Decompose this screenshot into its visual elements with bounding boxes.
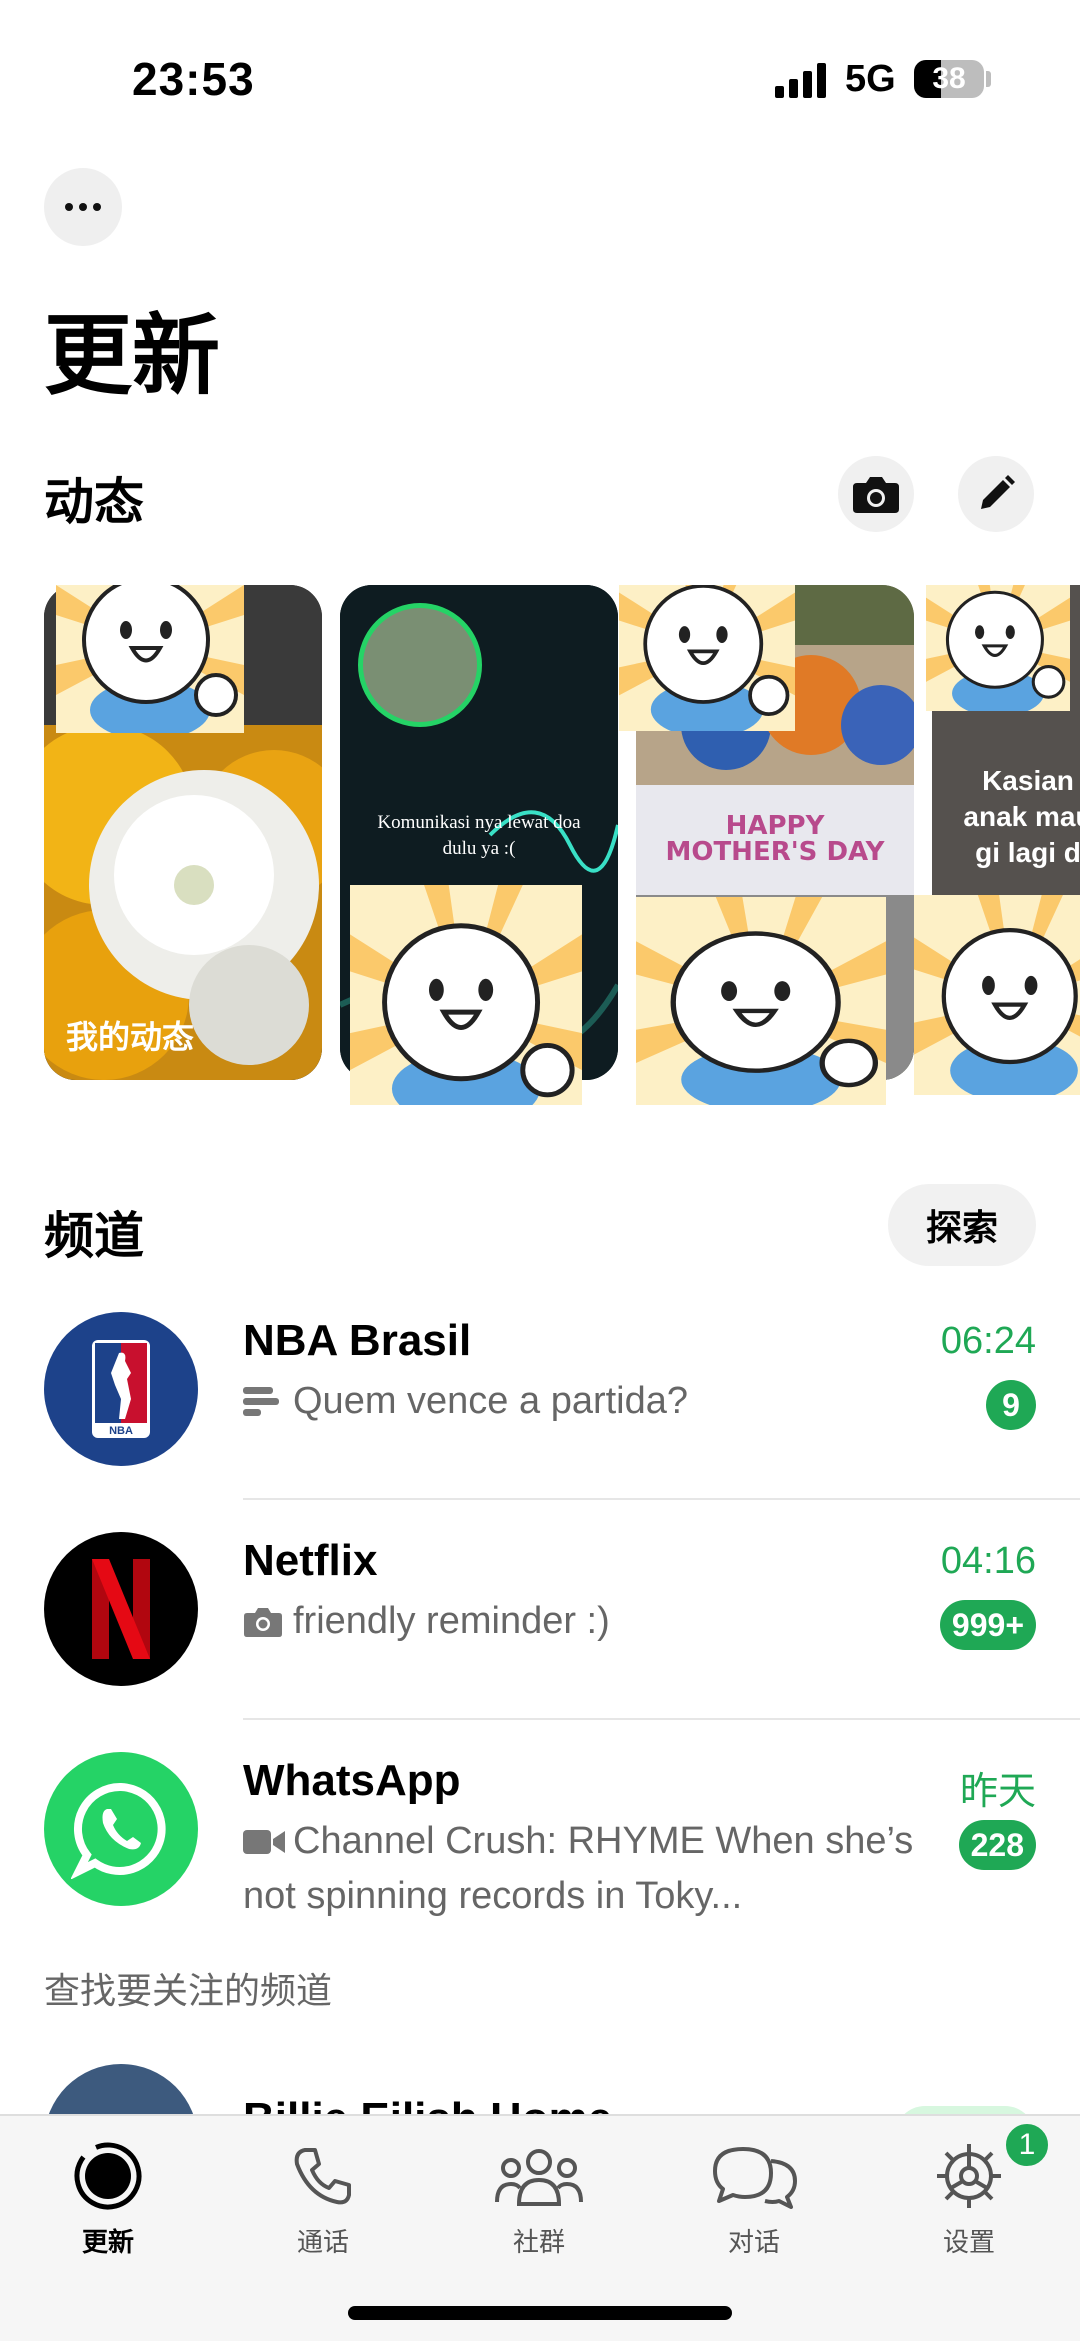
channel-message: Quem vence a partida? [243,1374,943,1429]
status-time: 23:53 [132,53,255,105]
divider [243,1498,1080,1500]
camera-button[interactable] [838,456,914,532]
status-caption: Komunikasi nya lewat doa dulu ya :( [377,812,581,859]
tab-chats[interactable]: 对话 [679,2134,829,2259]
channels-section-title: 频道 [44,1208,144,1264]
edit-status-button[interactable] [958,456,1034,532]
status-carousel[interactable]: 我的动态 Komunikasi nya lewat doa dulu ya :(… [44,585,1080,1105]
signal-icon [775,62,826,98]
smiley-sticker [926,585,1070,711]
tab-label: 更新 [81,2227,134,2257]
unread-badge: 9 [986,1380,1036,1430]
status-section-title: 动态 [44,474,144,530]
tab-label: 社群 [512,2227,565,2257]
svg-text:NBA: NBA [109,1425,133,1437]
tab-updates[interactable]: 更新 [33,2134,183,2259]
channel-message: Channel Crush: RHYME When she’s not spin… [243,1814,923,1924]
ellipsis-icon [65,203,73,211]
netflix-logo-icon [92,1559,150,1659]
settings-icon [937,2144,1001,2208]
explore-button[interactable]: 探索 [888,1184,1036,1266]
camera-icon [243,1594,285,1649]
channel-row-whatsapp[interactable]: WhatsApp Channel Crush: RHYME When she’s… [0,1752,1080,1972]
status-caption: HAPPY MOTHER'S DAY [665,811,885,867]
poll-icon [243,1374,285,1429]
status-bar: 23:53 5G 38 [0,0,1080,150]
camera-icon [853,477,899,513]
tab-calls[interactable]: 通话 [248,2134,398,2259]
tab-label: 对话 [727,2227,780,2257]
channel-time: 06:24 [940,1320,1036,1362]
status-avatar [358,603,482,727]
channel-name: Netflix [243,1536,378,1585]
nba-avatar: NBA [44,1312,198,1466]
channel-time: 昨天 [959,1771,1036,1813]
tab-communities[interactable]: 社群 [464,2134,614,2259]
unread-badge: 999+ [939,1600,1036,1650]
my-status-label: 我的动态 [66,1019,195,1055]
channel-name: WhatsApp [243,1756,461,1805]
network-type: 5G [845,58,896,100]
nba-logo-icon: NBA [92,1340,150,1438]
channel-name: NBA Brasil [243,1316,472,1365]
channel-message-text: Channel Crush: RHYME When she’s not spin… [243,1820,914,1917]
whatsapp-avatar [44,1752,198,1906]
settings-badge: 1 [1003,2121,1051,2169]
status-caption: Kasian anak mau gi lagi d [963,765,1080,868]
find-channels-label: 查找要关注的频道 [44,1970,333,2011]
battery-level: 38 [932,62,966,95]
netflix-avatar [44,1532,198,1686]
phone-icon [294,2148,351,2205]
divider [243,1718,1080,1720]
more-options-button[interactable] [44,168,122,246]
smiley-sticker [350,885,582,1105]
unread-badge: 228 [958,1820,1036,1870]
chats-icon [713,2147,797,2209]
tab-label: 设置 [942,2227,995,2257]
smiley-sticker [914,895,1080,1095]
smiley-sticker [636,897,886,1105]
pencil-icon [981,475,1015,509]
communities-icon [495,2149,583,2206]
smiley-sticker [56,585,244,733]
home-indicator[interactable] [348,2306,732,2320]
video-icon [243,1814,285,1869]
battery-icon: 38 [914,60,984,98]
page-title: 更新 [44,306,221,405]
channel-message-text: Quem vence a partida? [293,1380,689,1422]
whatsapp-logo-icon [71,1782,166,1879]
updates-icon [74,2142,142,2210]
channel-message: friendly reminder :) [243,1594,943,1649]
smiley-sticker [619,585,795,731]
tab-label: 通话 [296,2227,349,2257]
channel-message-text: friendly reminder :) [293,1600,610,1642]
channel-time: 04:16 [940,1540,1036,1582]
battery-tip [986,71,991,87]
